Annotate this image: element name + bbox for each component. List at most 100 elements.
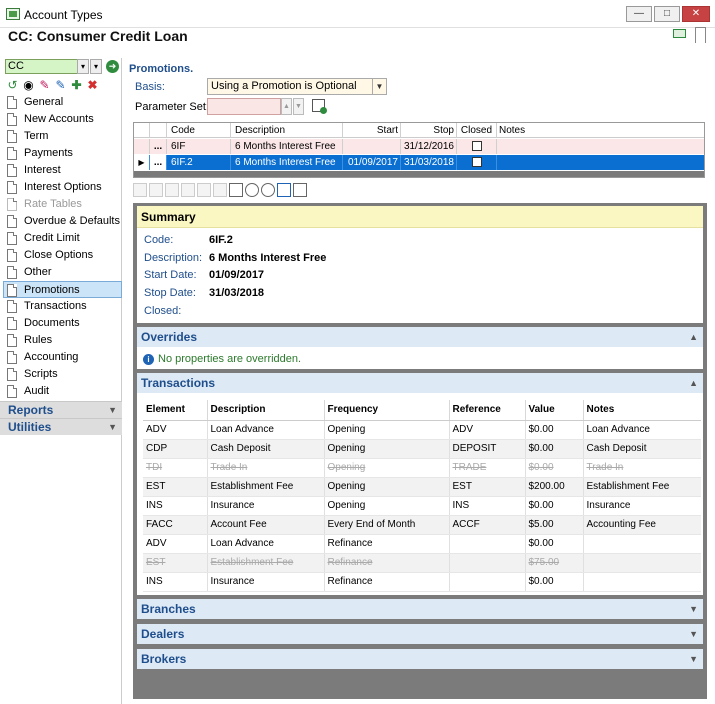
grid-tool-icon[interactable] xyxy=(197,183,211,197)
sidebar-item-payments[interactable]: Payments xyxy=(4,145,122,162)
row-ellipsis-button[interactable]: ... xyxy=(150,139,167,154)
sidebar-toolbar: ↺ ◉ ✎ ✎ ✚ ✖ xyxy=(6,78,99,94)
sidebar-item-transactions[interactable]: Transactions xyxy=(4,298,122,315)
closed-checkbox[interactable] xyxy=(471,141,482,152)
delete-icon[interactable]: ✖ xyxy=(86,78,99,92)
col-notes[interactable]: Notes xyxy=(583,400,701,421)
money-icon[interactable] xyxy=(673,29,686,38)
transaction-row[interactable]: TDI Trade In Opening TRADE $0.00 Trade In xyxy=(143,458,701,478)
export-icon[interactable] xyxy=(229,183,243,197)
transaction-row[interactable]: EST Establishment Fee Refinance $75.00 xyxy=(143,553,701,573)
sidebar-group-reports[interactable]: Reports ▼ xyxy=(0,401,122,418)
grid-tool-icon[interactable] xyxy=(213,183,227,197)
chevron-down-icon[interactable]: ▼ xyxy=(293,98,304,115)
cell-frequency: Opening xyxy=(324,477,450,497)
sidebar-item-new-accounts[interactable]: New Accounts xyxy=(4,111,122,128)
grid-header-code[interactable]: Code xyxy=(167,123,231,138)
cell-value: $200.00 xyxy=(525,477,584,497)
sidebar-item-accounting[interactable]: Accounting xyxy=(4,349,122,366)
dealers-header[interactable]: Dealers ▼ xyxy=(137,624,703,644)
binoculars-icon[interactable]: ◉ xyxy=(22,78,35,92)
grid-tool-icon[interactable] xyxy=(133,183,147,197)
transactions-header[interactable]: Transactions ▲ xyxy=(137,373,703,393)
branches-header[interactable]: Branches ▼ xyxy=(137,599,703,619)
eraser-icon[interactable]: ✎ xyxy=(38,78,51,92)
chevron-down-icon[interactable]: ▼ xyxy=(372,79,386,94)
bookmark-icon[interactable] xyxy=(695,27,706,43)
close-button[interactable]: ✕ xyxy=(682,6,710,22)
grid-header-description[interactable]: Description xyxy=(231,123,343,138)
col-frequency[interactable]: Frequency xyxy=(324,400,450,421)
transaction-row[interactable]: EST Establishment Fee Opening EST $200.00 Est… xyxy=(143,477,701,497)
cell-description: Loan Advance xyxy=(207,420,325,440)
promotion-row[interactable]: ... 6IF 6 Months Interest Free 31/12/201… xyxy=(134,139,704,154)
document-icon xyxy=(7,385,17,398)
sidebar-item-scripts[interactable]: Scripts xyxy=(4,366,122,383)
col-value[interactable]: Value xyxy=(525,400,584,421)
col-reference[interactable]: Reference xyxy=(449,400,526,421)
parameter-set-input[interactable] xyxy=(207,98,281,115)
go-arrow-icon[interactable]: ➜ xyxy=(106,60,119,73)
code-dropdown-button[interactable]: ▾ xyxy=(77,59,89,74)
grid-header-stop[interactable]: Stop xyxy=(401,123,457,138)
transaction-row[interactable]: CDP Cash Deposit Opening DEPOSIT $0.00 Cash D… xyxy=(143,439,701,459)
sidebar-item-label: Accounting xyxy=(24,351,79,363)
edit-pencil-icon[interactable]: ✎ xyxy=(54,78,67,92)
transaction-row[interactable]: INS Insurance Refinance $0.00 xyxy=(143,572,701,592)
promotion-row-selected[interactable]: ▶ ... 6IF.2 6 Months Interest Free 01/09… xyxy=(134,155,704,170)
section-title: Transactions xyxy=(141,376,216,390)
row-ellipsis-button[interactable]: ... xyxy=(150,155,167,170)
grid-header-notes[interactable]: Notes xyxy=(497,123,704,138)
overrides-header[interactable]: Overrides ▲ xyxy=(137,327,703,347)
sidebar-item-rules[interactable]: Rules xyxy=(4,332,122,349)
document-icon xyxy=(7,164,17,177)
transaction-row[interactable]: INS Insurance Opening INS $0.00 Insurance xyxy=(143,496,701,516)
parameter-set-refresh-icon[interactable] xyxy=(312,99,327,114)
account-type-code-input[interactable]: CC xyxy=(5,59,85,74)
add-icon[interactable]: ✚ xyxy=(70,78,83,92)
transaction-row[interactable]: ADV Loan Advance Opening ADV $0.00 Loan Advan… xyxy=(143,420,701,440)
sidebar-item-general[interactable]: General xyxy=(4,94,122,111)
sidebar-item-audit[interactable]: Audit xyxy=(4,383,122,400)
sidebar-item-documents[interactable]: Documents xyxy=(4,315,122,332)
info-icon: i xyxy=(143,354,154,365)
sidebar-item-rate-tables[interactable]: Rate Tables xyxy=(4,196,122,213)
col-description[interactable]: Description xyxy=(207,400,325,421)
clock-icon[interactable] xyxy=(245,183,259,197)
section-title: Branches xyxy=(141,602,196,616)
form-view-icon[interactable] xyxy=(277,183,291,197)
sidebar-item-other[interactable]: Other xyxy=(4,264,122,281)
closed-checkbox[interactable] xyxy=(471,157,482,168)
sidebar-item-overdue-defaults[interactable]: Overdue & Defaults xyxy=(4,213,122,230)
sidebar-item-close-options[interactable]: Close Options xyxy=(4,247,122,264)
sidebar-item-interest[interactable]: Interest xyxy=(4,162,122,179)
minimize-button[interactable]: — xyxy=(626,6,652,22)
transactions-header-row: Element Description Frequency Reference … xyxy=(143,400,701,421)
transaction-row[interactable]: ADV Loan Advance Refinance $0.00 xyxy=(143,534,701,554)
cell-notes: Establishment Fee xyxy=(583,477,701,497)
chevron-down-icon[interactable]: ▾ xyxy=(90,59,102,74)
document-icon xyxy=(7,232,17,245)
grid-tool-icon[interactable] xyxy=(149,183,163,197)
transaction-row[interactable]: FACC Account Fee Every End of Month ACCF $5.… xyxy=(143,515,701,535)
col-element[interactable]: Element xyxy=(143,400,208,421)
grid-tool-icon[interactable] xyxy=(165,183,179,197)
grid-header-start[interactable]: Start xyxy=(343,123,401,138)
sidebar-item-credit-limit[interactable]: Credit Limit xyxy=(4,230,122,247)
parameter-set-dropdown-button[interactable]: ▲ xyxy=(281,98,292,115)
sidebar-item-interest-options[interactable]: Interest Options xyxy=(4,179,122,196)
summary-description-label: Description: xyxy=(144,252,203,264)
history-clock-icon[interactable] xyxy=(261,183,275,197)
sidebar-item-term[interactable]: Term xyxy=(4,128,122,145)
history-icon[interactable]: ↺ xyxy=(6,78,19,92)
sidebar-group-utilities[interactable]: Utilities ▼ xyxy=(0,418,122,435)
maximize-button[interactable]: □ xyxy=(654,6,680,22)
brokers-header[interactable]: Brokers ▼ xyxy=(137,649,703,669)
grid-view-icon[interactable] xyxy=(293,183,307,197)
basis-select[interactable]: Using a Promotion is Optional ▼ xyxy=(207,78,387,95)
summary-header: Summary xyxy=(137,206,703,228)
sidebar-item-promotions[interactable]: Promotions xyxy=(3,281,122,298)
cell-element: CDP xyxy=(143,439,208,459)
grid-tool-icon[interactable] xyxy=(181,183,195,197)
grid-header-closed[interactable]: Closed xyxy=(457,123,497,138)
